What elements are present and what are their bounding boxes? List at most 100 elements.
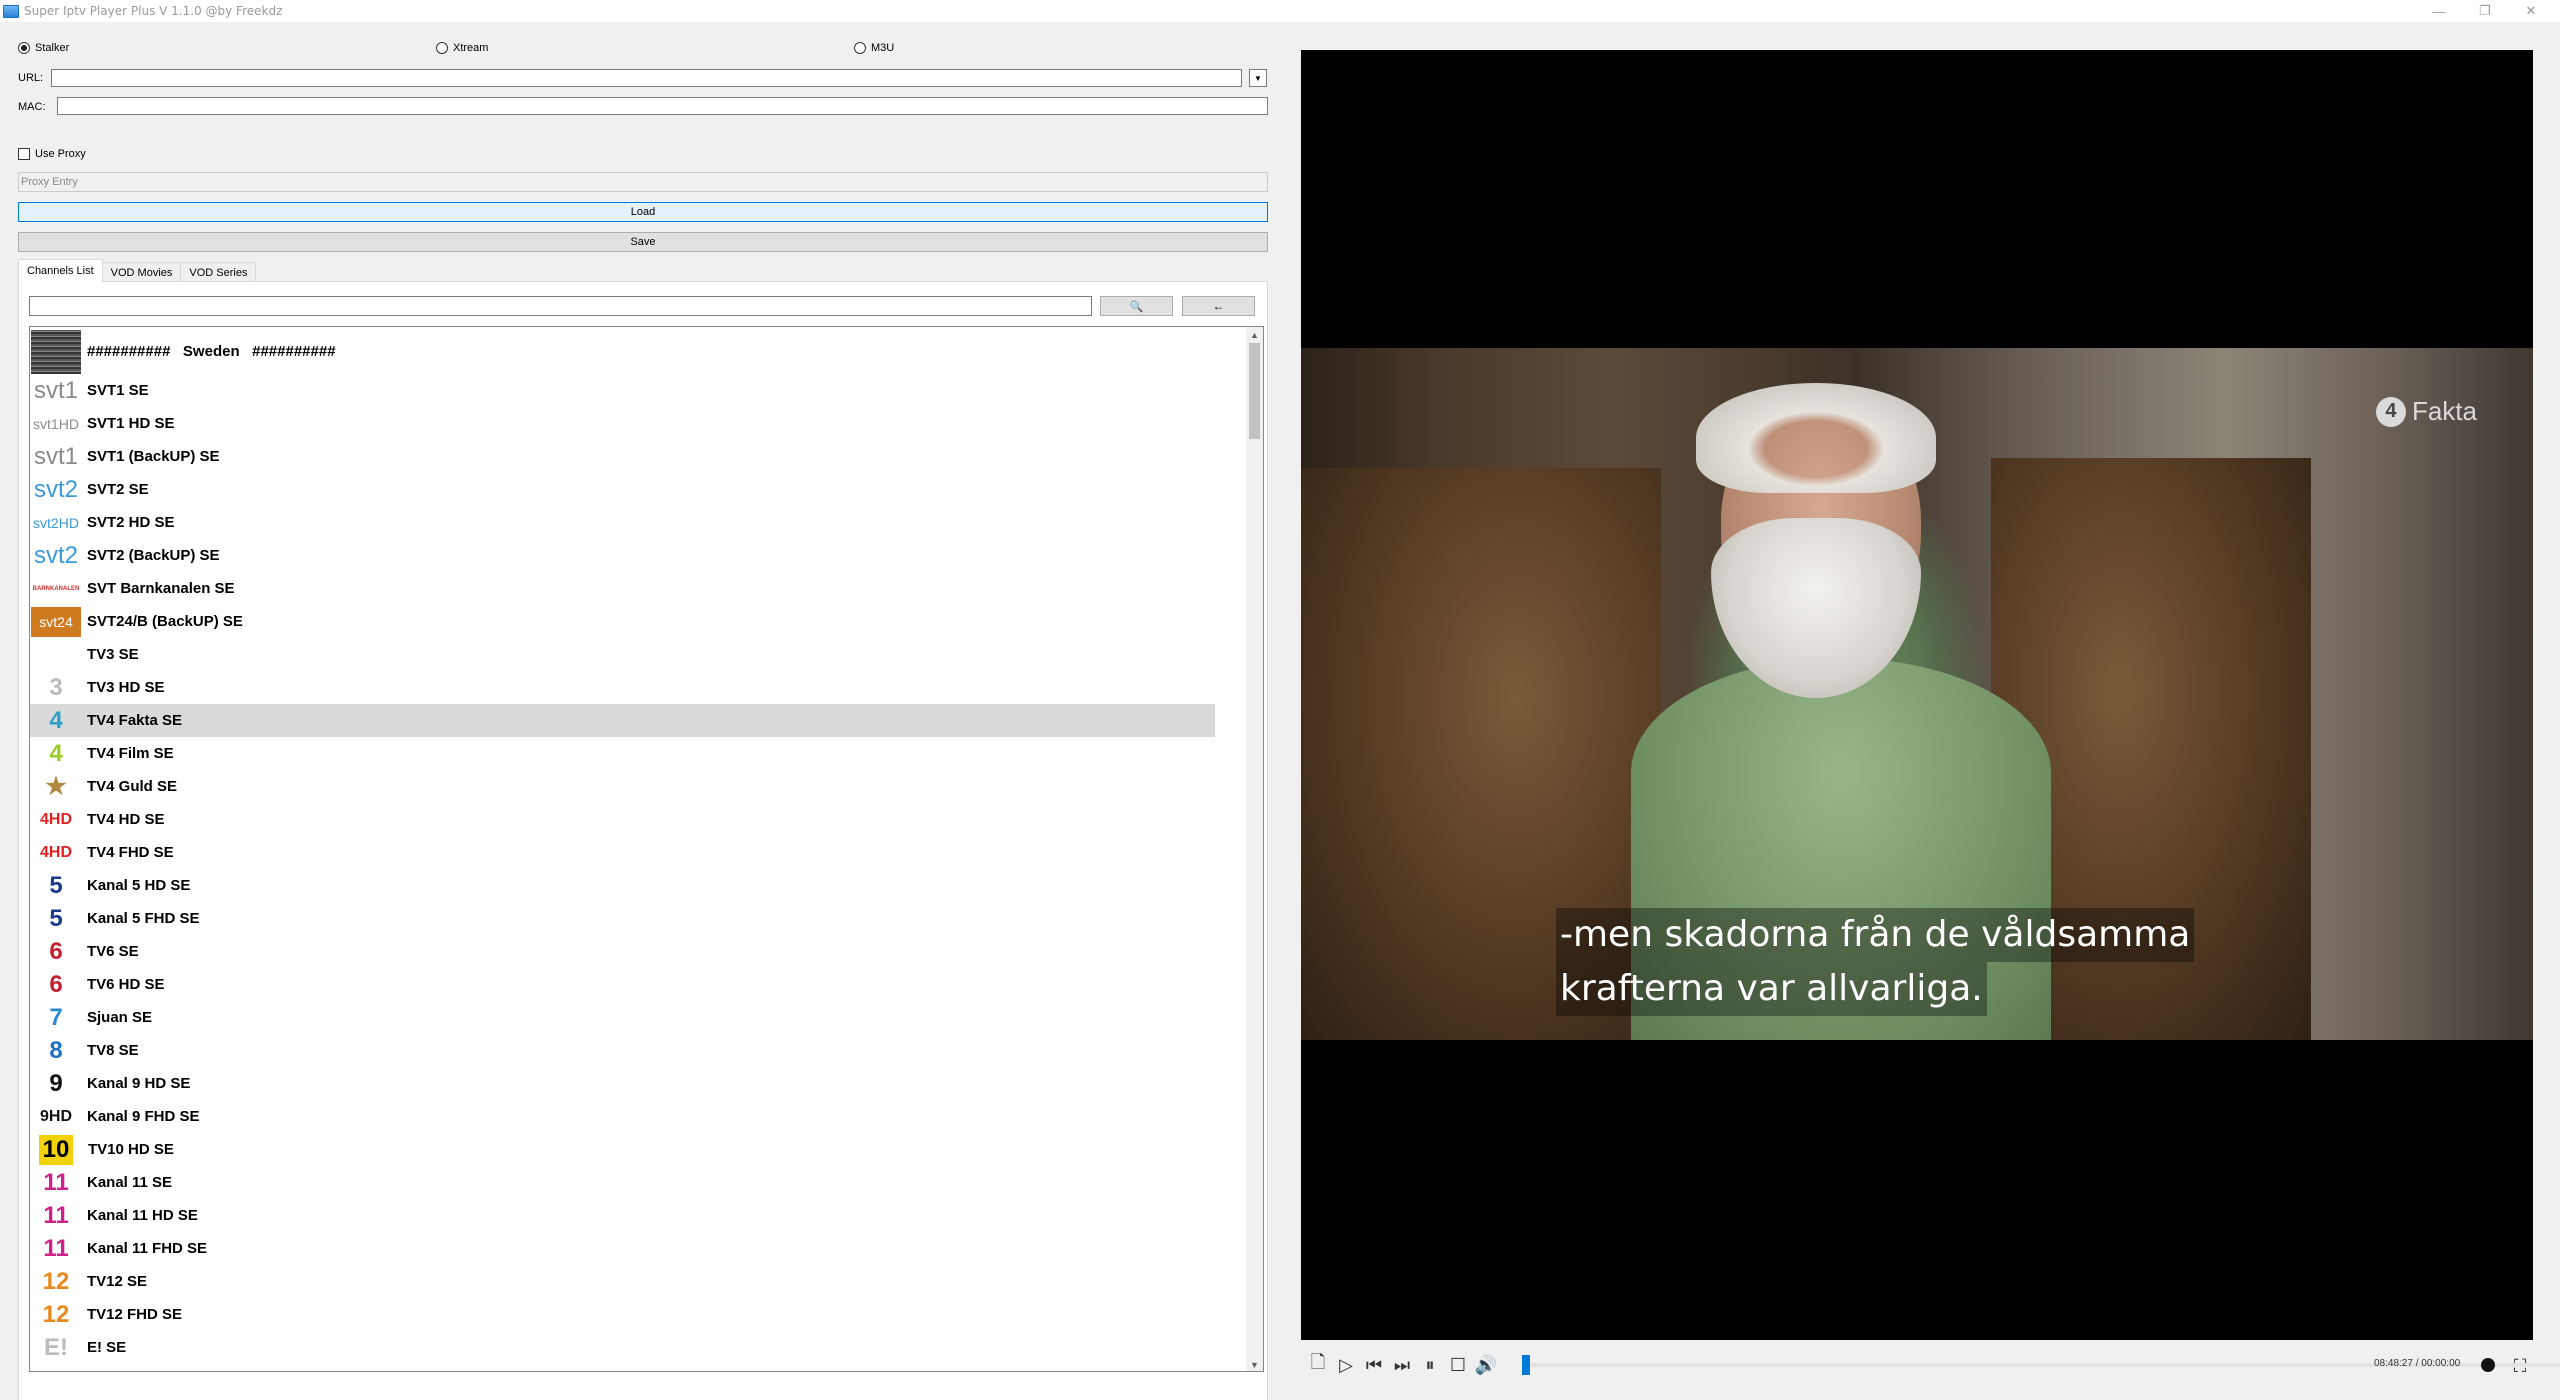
record-icon[interactable] <box>2481 1358 2495 1372</box>
fullscreen-button[interactable]: ⛶ <box>2506 1352 2534 1380</box>
open-file-button[interactable]: 🗋 <box>1304 1351 1332 1379</box>
channel-row[interactable]: svt1 SVT1 SE <box>30 374 1215 407</box>
radio-m3u[interactable]: M3U <box>854 42 894 54</box>
channel-name: Sjuan SE <box>87 1009 153 1026</box>
channel-row[interactable]: 5 Kanal 5 FHD SE <box>30 902 1215 935</box>
channel-logo-icon: 9 <box>49 1069 63 1097</box>
tab-vod-series[interactable]: VOD Series <box>180 262 257 282</box>
channel-name: TV3 SE <box>87 646 139 663</box>
stop-button[interactable]: ☐ <box>1444 1351 1472 1379</box>
channel-row[interactable]: 11 Kanal 11 HD SE <box>30 1199 1215 1232</box>
channel-name: SVT Barnkanalen SE <box>87 580 235 597</box>
channel-row[interactable]: 11 Kanal 11 FHD SE <box>30 1232 1215 1265</box>
channel-row[interactable]: 4 TV4 Fakta SE <box>30 704 1215 737</box>
mac-input[interactable] <box>57 97 1268 115</box>
channel-row[interactable]: 3 TV3 HD SE <box>30 671 1215 704</box>
use-proxy-checkbox[interactable]: Use Proxy <box>18 148 86 160</box>
channel-name: ########## Sweden ########## <box>87 343 336 360</box>
next-button[interactable]: ⏭ <box>1388 1351 1416 1379</box>
channel-row[interactable]: svt2HD SVT2 HD SE <box>30 506 1215 539</box>
tv4-logo-icon: 4 <box>2375 396 2406 427</box>
channel-search-input[interactable] <box>29 296 1092 316</box>
channel-row[interactable]: ########## Sweden ########## <box>30 329 1215 374</box>
tab-vod-movies[interactable]: VOD Movies <box>101 262 182 282</box>
scrollbar-thumb[interactable] <box>1249 343 1260 439</box>
vertical-scrollbar[interactable]: ▲ ▼ <box>1246 327 1263 1371</box>
url-input[interactable] <box>51 69 1242 87</box>
channel-watermark-text: Fakta <box>2411 396 2477 426</box>
channel-row[interactable]: 6 TV6 SE <box>30 935 1215 968</box>
time-readout: 08:48:27 / 00:00:00 <box>2374 1358 2461 1369</box>
channel-row[interactable]: 4HD TV4 HD SE <box>30 803 1215 836</box>
minimize-button[interactable]: — <box>2416 0 2462 22</box>
pause-button[interactable]: ⏸ <box>1416 1351 1444 1379</box>
channel-row[interactable]: 5 Kanal 5 HD SE <box>30 869 1215 902</box>
back-button[interactable]: ← <box>1182 296 1255 316</box>
channel-name: SVT1 (BackUP) SE <box>87 448 220 465</box>
channel-row[interactable]: svt2 SVT2 SE <box>30 473 1215 506</box>
channel-row[interactable]: 10 TV10 HD SE <box>30 1133 1215 1166</box>
channel-row[interactable]: 8 TV8 SE <box>30 1034 1215 1067</box>
channel-name: SVT2 SE <box>87 481 149 498</box>
channel-logo-icon: BARNKANALEN <box>32 585 80 592</box>
play-button[interactable]: ▷ <box>1332 1351 1360 1379</box>
radio-xtream[interactable]: Xtream <box>436 42 488 54</box>
radio-stalker[interactable]: Stalker <box>18 42 69 54</box>
seek-knob[interactable] <box>1522 1355 1530 1375</box>
channel-row[interactable]: 11 Kanal 11 SE <box>30 1166 1215 1199</box>
channel-name: TV12 SE <box>87 1273 148 1290</box>
channel-row[interactable]: svt24 SVT24/B (BackUP) SE <box>30 605 1215 638</box>
channel-logo-icon <box>31 640 81 670</box>
channel-row[interactable]: 4HD TV4 FHD SE <box>30 836 1215 869</box>
channel-row[interactable]: 9 Kanal 9 HD SE <box>30 1067 1215 1100</box>
restore-button[interactable]: ❐ <box>2462 0 2508 22</box>
load-button[interactable]: Load <box>18 202 1268 222</box>
mode-radio-group: Stalker Xtream M3U <box>18 42 1268 58</box>
channel-row[interactable]: svt1HD SVT1 HD SE <box>30 407 1215 440</box>
use-proxy-label: Use Proxy <box>35 148 86 160</box>
search-icon: 🔍 <box>1129 300 1144 313</box>
channel-row[interactable]: E! E! SE <box>30 1331 1215 1364</box>
channel-row[interactable]: 9HD Kanal 9 FHD SE <box>30 1100 1215 1133</box>
channel-list[interactable]: ▲ ▼ ########## Sweden ########## svt1 SVT1… <box>29 326 1264 1372</box>
channel-row[interactable]: 4 TV4 Film SE <box>30 737 1215 770</box>
save-button[interactable]: Save <box>18 232 1268 252</box>
channel-logo-icon: 8 <box>49 1036 63 1064</box>
channel-row[interactable]: ★ TV4 Guld SE <box>30 770 1215 803</box>
tab-channels-list[interactable]: Channels List <box>18 259 103 282</box>
channel-row[interactable]: 7 Sjuan SE <box>30 1001 1215 1034</box>
channel-logo-icon: svt1HD <box>33 415 79 432</box>
video-player[interactable]: 4 Fakta -men skadorna från de våldsamma … <box>1301 50 2533 1340</box>
radio-label-stalker: Stalker <box>35 42 70 54</box>
channel-name: Kanal 5 HD SE <box>87 877 191 894</box>
scroll-up-icon[interactable]: ▲ <box>1246 327 1263 343</box>
channel-logo-icon: svt2HD <box>33 514 79 531</box>
channel-row[interactable]: svt2 SVT2 (BackUP) SE <box>30 539 1215 572</box>
channel-row[interactable]: 6 TV6 HD SE <box>30 968 1215 1001</box>
previous-icon: ⏮ <box>1365 1354 1383 1375</box>
title-bar: Super Iptv Player Plus V 1.1.0 @by Freek… <box>0 0 2560 22</box>
mac-label: MAC: <box>18 101 46 113</box>
radio-indicator <box>854 42 866 54</box>
close-button[interactable]: ✕ <box>2508 0 2554 22</box>
url-dropdown-button[interactable]: ▼ <box>1249 69 1267 87</box>
previous-button[interactable]: ⏮ <box>1360 1351 1388 1379</box>
channel-row[interactable]: svt1 SVT1 (BackUP) SE <box>30 440 1215 473</box>
open-file-icon: 🗋 <box>1310 1352 1326 1372</box>
channel-name: Kanal 11 HD SE <box>87 1207 198 1224</box>
proxy-entry-input[interactable]: Proxy Entry <box>18 172 1268 192</box>
search-button[interactable]: 🔍 <box>1100 296 1173 316</box>
channel-row[interactable]: TV3 SE <box>30 638 1215 671</box>
channel-name: TV4 Fakta SE <box>87 712 183 729</box>
channel-row[interactable]: 12 TV12 SE <box>30 1265 1215 1298</box>
channel-logo-icon: svt1 <box>33 376 78 404</box>
channel-name: E! SE <box>87 1339 127 1356</box>
volume-button[interactable]: 🔊 <box>1472 1351 1500 1379</box>
window-title: Super Iptv Player Plus V 1.1.0 @by Freek… <box>24 4 283 18</box>
back-arrow-icon: ← <box>1212 299 1225 313</box>
channel-name: TV4 FHD SE <box>87 844 174 861</box>
channel-row[interactable]: BARNKANALEN SVT Barnkanalen SE <box>30 572 1215 605</box>
channel-name: Kanal 9 FHD SE <box>87 1108 200 1125</box>
scroll-down-icon[interactable]: ▼ <box>1246 1357 1263 1371</box>
channel-row[interactable]: 12 TV12 FHD SE <box>30 1298 1215 1331</box>
